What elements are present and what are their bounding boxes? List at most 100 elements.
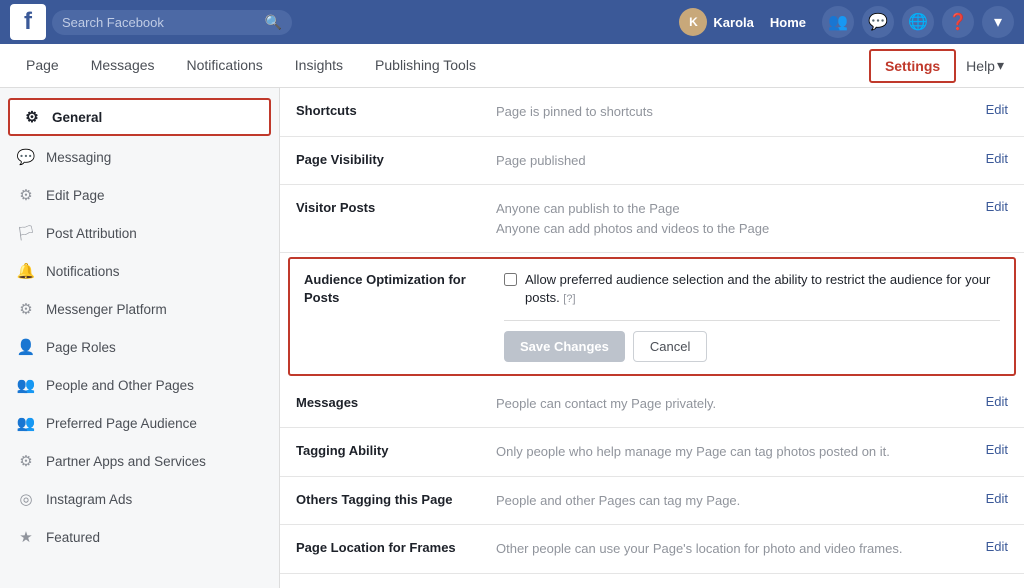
sidebar-item-label: Messaging [46, 150, 111, 165]
help-icon[interactable]: ❓ [942, 6, 974, 38]
sidebar-item-instagram-ads[interactable]: ◎ Instagram Ads [0, 480, 279, 518]
post-attribution-icon: 🏳 [16, 224, 36, 242]
sidebar-item-label: Featured [46, 530, 100, 545]
sidebar-item-partner-apps[interactable]: ⚙ Partner Apps and Services [0, 442, 279, 480]
preferred-audience-icon: 👥 [16, 414, 36, 432]
gear-icon: ⚙ [22, 108, 42, 126]
others-tagging-edit[interactable]: Edit [970, 491, 1008, 506]
username-label: Karola [713, 15, 753, 30]
audience-optimization-label: Audience Optimization for Posts [304, 271, 504, 307]
divider [504, 320, 1000, 321]
page-location-row: Page Location for Frames Other people ca… [280, 525, 1024, 574]
page-roles-icon: 👤 [16, 338, 36, 356]
audience-checkbox-row: Allow preferred audience selection and t… [504, 271, 1000, 308]
shortcuts-label: Shortcuts [296, 102, 496, 120]
messenger-platform-icon: ⚙ [16, 300, 36, 318]
visitor-posts-edit[interactable]: Edit [970, 199, 1008, 214]
sidebar-item-label: General [52, 110, 102, 125]
top-navigation: f 🔍 K Karola Home 👥 💬 🌐 ❓ ▾ [0, 0, 1024, 44]
page-location-label: Page Location for Frames [296, 539, 496, 557]
search-bar[interactable]: 🔍 [52, 10, 292, 35]
tagging-ability-value: Only people who help manage my Page can … [496, 442, 970, 462]
cancel-button[interactable]: Cancel [633, 331, 707, 362]
friends-icon[interactable]: 👥 [822, 6, 854, 38]
others-tagging-row: Others Tagging this Page People and othe… [280, 477, 1024, 526]
help-nav-item[interactable]: Help ▾ [956, 45, 1014, 86]
sidebar-item-label: Instagram Ads [46, 492, 132, 507]
shortcuts-row: Shortcuts Page is pinned to shortcuts Ed… [280, 88, 1024, 137]
visitor-posts-label: Visitor Posts [296, 199, 496, 217]
help-question-link[interactable]: [?] [563, 293, 575, 305]
sidebar-item-messenger-platform[interactable]: ⚙ Messenger Platform [0, 290, 279, 328]
others-tagging-value: People and other Pages can tag my Page. [496, 491, 970, 511]
partner-apps-icon: ⚙ [16, 452, 36, 470]
sidebar-item-label: Page Roles [46, 340, 116, 355]
messages-value: People can contact my Page privately. [496, 394, 970, 414]
country-restrictions-row: Country Restrictions Page is visible to … [280, 574, 1024, 588]
settings-button[interactable]: Settings [869, 49, 956, 83]
visitor-posts-value: Anyone can publish to the PageAnyone can… [496, 199, 970, 238]
nav-right: K Karola Home 👥 💬 🌐 ❓ ▾ [679, 6, 1014, 38]
messaging-icon: 💬 [16, 148, 36, 166]
instagram-icon: ◎ [16, 490, 36, 508]
user-info: K Karola [679, 8, 753, 36]
search-icon: 🔍 [265, 14, 282, 31]
avatar: K [679, 8, 707, 36]
page-visibility-row: Page Visibility Page published Edit [280, 137, 1024, 186]
dropdown-icon[interactable]: ▾ [982, 6, 1014, 38]
sidebar-item-general[interactable]: ⚙ General [8, 98, 271, 136]
nav-item-notifications[interactable]: Notifications [171, 44, 279, 88]
nav-item-page[interactable]: Page [10, 44, 75, 88]
sidebar-item-page-roles[interactable]: 👤 Page Roles [0, 328, 279, 366]
search-input[interactable] [62, 15, 261, 30]
facebook-logo: f [10, 4, 46, 40]
messages-row: Messages People can contact my Page priv… [280, 380, 1024, 429]
nav-item-insights[interactable]: Insights [279, 44, 359, 88]
globe-icon[interactable]: 🌐 [902, 6, 934, 38]
help-label: Help [966, 58, 995, 74]
sidebar-item-messaging[interactable]: 💬 Messaging [0, 138, 279, 176]
tagging-ability-label: Tagging Ability [296, 442, 496, 460]
page-location-edit[interactable]: Edit [970, 539, 1008, 554]
sidebar-item-label: People and Other Pages [46, 378, 194, 393]
page-visibility-edit[interactable]: Edit [970, 151, 1008, 166]
people-icon: 👥 [16, 376, 36, 394]
page-visibility-value: Page published [496, 151, 970, 171]
edit-page-icon: ⚙ [16, 186, 36, 204]
messenger-icon[interactable]: 💬 [862, 6, 894, 38]
audience-optimization-content: Allow preferred audience selection and t… [504, 271, 1000, 362]
star-icon: ★ [16, 528, 36, 546]
btn-group: Save Changes Cancel [504, 331, 1000, 362]
audience-optimization-row: Audience Optimization for Posts Allow pr… [288, 257, 1016, 376]
tagging-ability-row: Tagging Ability Only people who help man… [280, 428, 1024, 477]
sidebar-item-label: Post Attribution [46, 226, 137, 241]
nav-item-publishing-tools[interactable]: Publishing Tools [359, 44, 492, 88]
home-link[interactable]: Home [762, 15, 814, 30]
sidebar-item-notifications[interactable]: 🔔 Notifications [0, 252, 279, 290]
page-location-value: Other people can use your Page's locatio… [496, 539, 970, 559]
nav-item-messages[interactable]: Messages [75, 44, 171, 88]
sidebar-item-label: Messenger Platform [46, 302, 167, 317]
shortcuts-value: Page is pinned to shortcuts [496, 102, 970, 122]
sidebar-item-people-and-pages[interactable]: 👥 People and Other Pages [0, 366, 279, 404]
sidebar-item-edit-page[interactable]: ⚙ Edit Page [0, 176, 279, 214]
sidebar-item-featured[interactable]: ★ Featured [0, 518, 279, 556]
audience-optimization-checkbox[interactable] [504, 273, 517, 286]
page-visibility-label: Page Visibility [296, 151, 496, 169]
settings-content: Shortcuts Page is pinned to shortcuts Ed… [280, 88, 1024, 588]
audience-checkbox-label: Allow preferred audience selection and t… [525, 271, 1000, 308]
tagging-ability-edit[interactable]: Edit [970, 442, 1008, 457]
help-chevron-icon: ▾ [997, 57, 1004, 74]
messages-label: Messages [296, 394, 496, 412]
main-layout: ⚙ General 💬 Messaging ⚙ Edit Page 🏳 Post… [0, 88, 1024, 588]
sidebar-item-preferred-audience[interactable]: 👥 Preferred Page Audience [0, 404, 279, 442]
save-changes-button[interactable]: Save Changes [504, 331, 625, 362]
sidebar-item-post-attribution[interactable]: 🏳 Post Attribution [0, 214, 279, 252]
page-navigation: Page Messages Notifications Insights Pub… [0, 44, 1024, 88]
sidebar-item-label: Partner Apps and Services [46, 454, 206, 469]
sidebar-item-label: Notifications [46, 264, 120, 279]
shortcuts-edit[interactable]: Edit [970, 102, 1008, 117]
sidebar-item-label: Preferred Page Audience [46, 416, 197, 431]
sidebar-item-label: Edit Page [46, 188, 105, 203]
messages-edit[interactable]: Edit [970, 394, 1008, 409]
